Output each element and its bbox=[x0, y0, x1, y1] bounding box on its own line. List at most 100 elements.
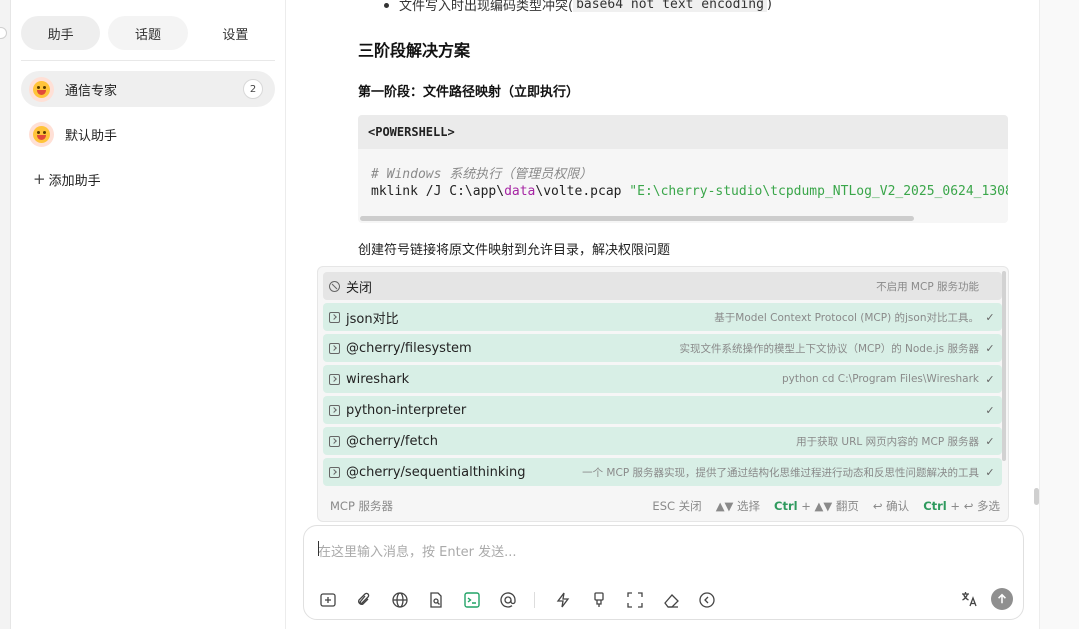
code-token: \volte.pcap bbox=[535, 184, 630, 199]
inline-code: base64 not text encoding bbox=[573, 0, 767, 12]
code-comment: # Windows 系统执行（管理员权限） bbox=[371, 167, 593, 182]
attachment-icon[interactable] bbox=[354, 590, 374, 610]
message-input-placeholder[interactable]: 在这里输入消息，按 Enter 发送... bbox=[318, 541, 517, 560]
code-block: <POWERSHELL> # Windows 系统执行（管理员权限） mklin… bbox=[358, 115, 1008, 223]
mcp-item-desc: 实现文件系统操作的模型上下文协议（MCP）的 Node.js 服务器 bbox=[679, 342, 979, 355]
mention-model-icon[interactable] bbox=[498, 590, 518, 610]
send-arrow-icon bbox=[998, 593, 1006, 604]
eraser-icon[interactable] bbox=[661, 590, 681, 610]
check-icon: ✓ bbox=[985, 465, 995, 479]
tab-settings[interactable]: 设置 bbox=[196, 16, 275, 50]
section-heading: 三阶段解决方案 bbox=[358, 41, 471, 60]
right-edge-panel bbox=[1039, 0, 1079, 629]
mcp-footer: MCP 服务器 ESC 关闭 ▲▼ 选择 Ctrl + ▲▼ 翻页 ↩ 确认 C… bbox=[330, 498, 1000, 514]
tab-assistants[interactable]: 助手 bbox=[21, 16, 101, 50]
check-icon: ✓ bbox=[985, 310, 995, 324]
clear-icon[interactable] bbox=[589, 590, 609, 610]
bullet-icon bbox=[384, 2, 389, 8]
message-input-box[interactable]: 在这里输入消息，按 Enter 发送... bbox=[303, 525, 1024, 620]
code-string: "E:\cherry-studio\tcpdump_NTLog_V2_2025_… bbox=[629, 184, 1008, 199]
add-assistant-label: 添加助手 bbox=[48, 173, 101, 189]
code-language-label: <POWERSHELL> bbox=[358, 115, 1008, 149]
mcp-item-fetch[interactable]: @cherry/fetch 用于获取 URL 网页内容的 MCP 服务器 ✓ bbox=[323, 427, 1002, 455]
mcp-item-json-compare[interactable]: json对比 基于Model Context Protocol (MCP) 的j… bbox=[323, 303, 1002, 331]
terminal-icon bbox=[329, 311, 340, 323]
divider bbox=[21, 60, 275, 61]
code-keyword: data bbox=[504, 184, 536, 199]
topic-count-badge: 2 bbox=[243, 79, 263, 99]
mcp-item-name: 关闭 bbox=[346, 280, 373, 296]
assistant-name: 默认助手 bbox=[65, 128, 118, 144]
add-assistant-button[interactable]: + 添加助手 bbox=[33, 170, 101, 189]
mcp-item-desc: 用于获取 URL 网页内容的 MCP 服务器 bbox=[796, 435, 979, 448]
check-icon: ✓ bbox=[985, 434, 995, 448]
close-circle-icon bbox=[329, 280, 340, 292]
knowledge-base-icon[interactable] bbox=[426, 590, 446, 610]
sidebar-item-assistant-telecom[interactable]: 通信专家 2 bbox=[21, 71, 275, 107]
web-search-icon[interactable] bbox=[390, 590, 410, 610]
mcp-list-scrollbar[interactable] bbox=[1002, 271, 1006, 461]
mcp-item-wireshark[interactable]: wireshark python cd C:\Program Files\Wir… bbox=[323, 365, 1002, 393]
collapse-icon[interactable] bbox=[697, 590, 717, 610]
hint-confirm: ↩ 确认 bbox=[872, 499, 910, 513]
toolbar-divider bbox=[534, 592, 535, 608]
terminal-icon bbox=[329, 404, 340, 416]
sidebar-tabs: 助手 话题 设置 bbox=[21, 16, 275, 50]
code-horizontal-scrollbar[interactable] bbox=[360, 216, 914, 221]
hint-text: + ↩ 多选 bbox=[950, 499, 1000, 513]
mcp-item-python-interpreter[interactable]: python-interpreter ✓ bbox=[323, 396, 1002, 424]
mcp-item-sequentialthinking[interactable]: @cherry/sequentialthinking 一个 MCP 服务器实现，… bbox=[323, 458, 1002, 486]
emoji-face-icon bbox=[33, 80, 50, 98]
mcp-item-desc: python cd C:\Program Files\Wireshark bbox=[781, 373, 979, 385]
hint-key: Ctrl bbox=[774, 499, 798, 513]
send-button[interactable] bbox=[991, 588, 1013, 610]
expand-icon[interactable] bbox=[625, 590, 645, 610]
mcp-item-filesystem[interactable]: @cherry/filesystem 实现文件系统操作的模型上下文协议（MCP）… bbox=[323, 334, 1002, 362]
mcp-footer-title: MCP 服务器 bbox=[330, 499, 394, 513]
terminal-icon bbox=[329, 373, 340, 385]
chat-main: 文件写入时出现编码类型冲突( base64 not text encoding … bbox=[286, 0, 1039, 629]
plus-icon: + bbox=[33, 170, 46, 188]
code-token: mklink /J C:\app\ bbox=[371, 184, 505, 199]
sidebar: 助手 话题 设置 通信专家 2 默认助手 + 添加助手 bbox=[11, 0, 286, 629]
mcp-item-close[interactable]: 关闭 不启用 MCP 服务功能 bbox=[323, 272, 1002, 300]
tab-topics[interactable]: 话题 bbox=[108, 16, 188, 50]
list-item-text-end: ) bbox=[766, 0, 772, 12]
list-item-text: 文件写入时出现编码类型冲突( bbox=[399, 0, 574, 14]
terminal-icon bbox=[329, 435, 340, 447]
hint-select: ▲▼ 选择 bbox=[715, 499, 761, 513]
terminal-icon bbox=[329, 342, 340, 354]
mcp-item-name: json对比 bbox=[346, 311, 399, 327]
keyboard-hints: ESC 关闭 ▲▼ 选择 Ctrl + ▲▼ 翻页 ↩ 确认 Ctrl + ↩ … bbox=[652, 498, 1000, 514]
assistant-name: 通信专家 bbox=[65, 83, 118, 99]
mcp-item-desc: 一个 MCP 服务器实现，提供了通过结构化思维过程进行动态和反思性问题解决的工具 bbox=[582, 466, 979, 479]
check-icon: ✓ bbox=[985, 372, 995, 386]
code-command: mklink /J C:\app\data\volte.pcap "E:\che… bbox=[371, 184, 1008, 199]
terminal-icon bbox=[329, 466, 340, 478]
new-topic-icon[interactable] bbox=[318, 590, 338, 610]
left-edge-panel bbox=[0, 0, 11, 629]
mcp-item-desc: 基于Model Context Protocol (MCP) 的json对比工具… bbox=[714, 311, 979, 324]
app-window: 助手 话题 设置 通信专家 2 默认助手 + 添加助手 文件写入时出现编码类型冲… bbox=[0, 0, 1079, 629]
mcp-item-desc: 不启用 MCP 服务功能 bbox=[876, 280, 979, 293]
avatar bbox=[29, 76, 54, 102]
phase-heading: 第一阶段：文件路径映射（立即执行） bbox=[358, 85, 580, 100]
left-edge-handle[interactable] bbox=[0, 27, 7, 39]
hint-text: + ▲▼ 翻页 bbox=[801, 499, 859, 513]
translate-icon[interactable] bbox=[959, 589, 979, 609]
check-icon: ✓ bbox=[985, 403, 995, 417]
mcp-server-popup: 关闭 不启用 MCP 服务功能 json对比 基于Model Context P… bbox=[317, 266, 1009, 522]
avatar bbox=[29, 121, 54, 147]
mcp-item-name: @cherry/filesystem bbox=[346, 340, 472, 356]
paragraph: 创建符号链接将原文件映射到允许目录，解决权限问题 bbox=[358, 243, 671, 258]
input-right-tools bbox=[959, 588, 1013, 610]
mcp-item-name: wireshark bbox=[346, 371, 410, 387]
sidebar-item-assistant-default[interactable]: 默认助手 bbox=[21, 116, 275, 152]
quick-phrase-icon[interactable] bbox=[553, 590, 573, 610]
mcp-server-icon[interactable] bbox=[462, 590, 482, 610]
list-item: 文件写入时出现编码类型冲突( base64 not text encoding … bbox=[384, 0, 772, 16]
emoji-face-icon bbox=[33, 125, 50, 143]
hint-page: Ctrl + ▲▼ 翻页 bbox=[774, 498, 859, 514]
mcp-item-name: @cherry/fetch bbox=[346, 433, 438, 449]
mcp-item-name: @cherry/sequentialthinking bbox=[346, 464, 526, 480]
